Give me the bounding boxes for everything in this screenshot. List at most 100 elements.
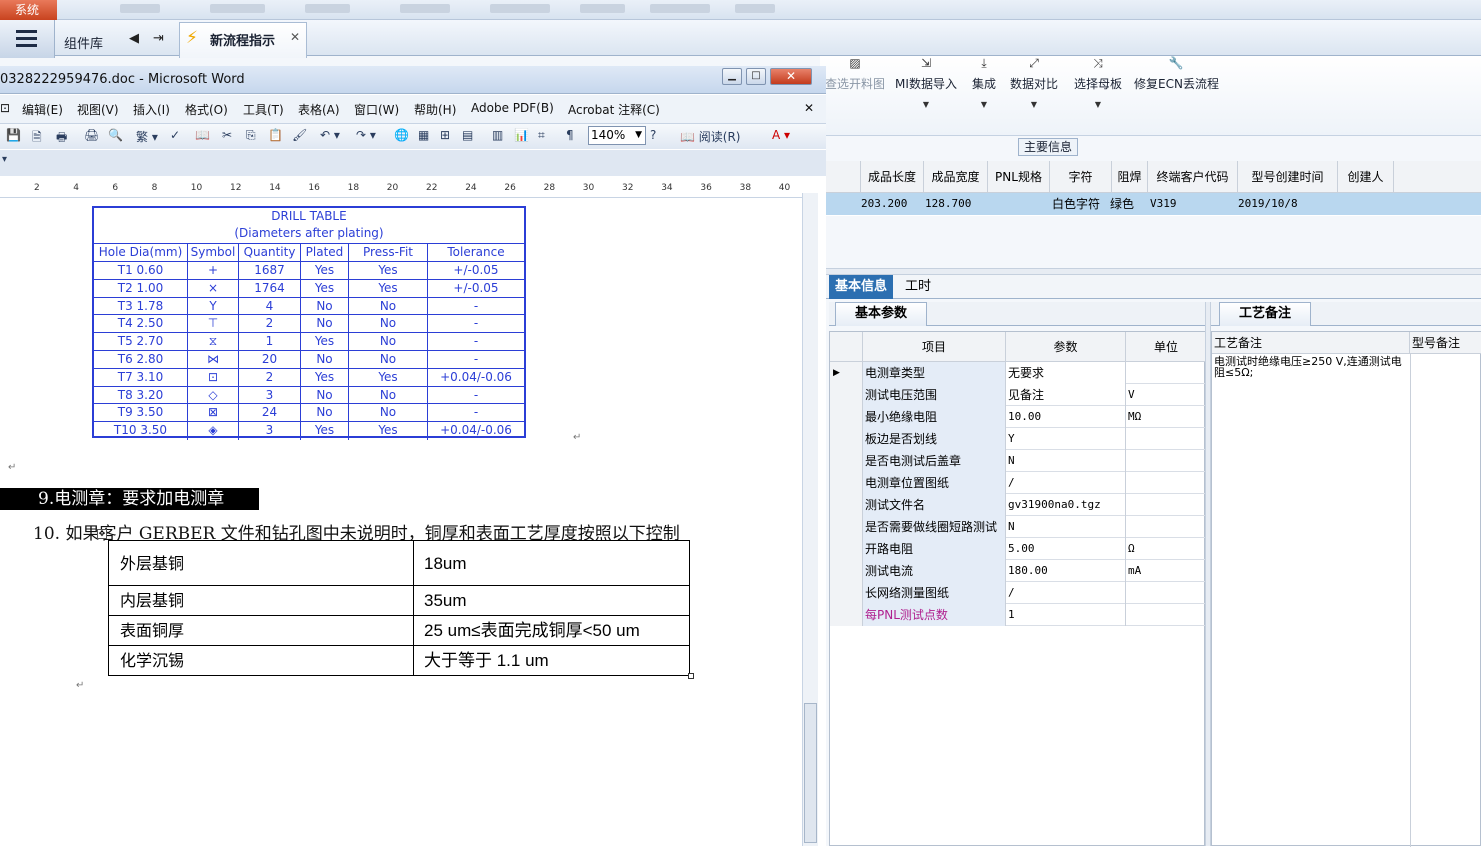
- menu-icon[interactable]: ⊡: [0, 101, 10, 115]
- cell-item[interactable]: 是否需要做线圈短路测试: [863, 516, 1006, 538]
- cell-value[interactable]: N: [1006, 516, 1126, 538]
- drawing-icon[interactable]: 📊: [514, 128, 529, 142]
- table-row[interactable]: 是否电测试后盖章 N: [830, 450, 1206, 472]
- enter-arrow-icon[interactable]: ⇥: [153, 31, 164, 46]
- blurred-tab[interactable]: [490, 4, 550, 13]
- menu-item[interactable]: Acrobat 注释(C): [568, 101, 660, 118]
- menu-item[interactable]: 窗口(W): [354, 101, 399, 118]
- cell-item[interactable]: 测试电压范围: [863, 384, 1006, 406]
- menu-item[interactable]: 帮助(H): [414, 101, 456, 118]
- column-header-unit[interactable]: 单位: [1126, 332, 1206, 362]
- process-remarks-text[interactable]: 电测试时绝缘电压≥250 V,连通测试电阻≤5Ω;: [1214, 356, 1404, 378]
- table-row-selected[interactable]: 203.200 128.700 白色字符 绿色 V319 2019/10/8: [826, 193, 1481, 215]
- cell-unit[interactable]: Ω: [1126, 538, 1206, 560]
- copy-icon[interactable]: ⎘: [246, 128, 256, 143]
- column-header[interactable]: 字符: [1050, 161, 1112, 193]
- undo-icon[interactable]: ↶ ▾: [320, 128, 340, 142]
- component-library-tab[interactable]: 组件库 ◀ ⇥: [56, 24, 178, 56]
- cell-value[interactable]: 无要求: [1006, 362, 1126, 384]
- table-row[interactable]: 开路电阻 5.00 Ω: [830, 538, 1206, 560]
- dropdown-arrow-icon[interactable]: ▼: [1008, 100, 1060, 109]
- document-map-icon[interactable]: ⌗: [538, 128, 545, 143]
- cell-unit[interactable]: [1126, 362, 1206, 384]
- table-row[interactable]: 电测章位置图纸 /: [830, 472, 1206, 494]
- subtab-basic-params[interactable]: 基本参数: [835, 302, 927, 326]
- table-row[interactable]: 长网络测量图纸 /: [830, 582, 1206, 604]
- cell-item[interactable]: 是否电测试后盖章: [863, 450, 1006, 472]
- column-header[interactable]: 创建人: [1338, 161, 1394, 193]
- table-row[interactable]: 是否需要做线圈短路测试 N: [830, 516, 1206, 538]
- zoom-select[interactable]: 140% ▼: [588, 126, 646, 145]
- vertical-scrollbar[interactable]: [802, 193, 818, 846]
- cell-value[interactable]: 1: [1006, 604, 1126, 626]
- table-row[interactable]: 测试文件名 gv31900na0.tgz: [830, 494, 1206, 516]
- cell-value[interactable]: /: [1006, 582, 1126, 604]
- system-button[interactable]: 系统: [0, 0, 57, 20]
- row-selector[interactable]: ▶: [830, 362, 863, 384]
- blurred-tab[interactable]: [305, 4, 350, 13]
- hamburger-menu-button[interactable]: [0, 20, 55, 58]
- row-selector[interactable]: [830, 384, 863, 406]
- cell-item[interactable]: 测试电流: [863, 560, 1006, 582]
- ribbon-button-mi-import[interactable]: ⇲ MI数据导入 ▼: [893, 56, 959, 109]
- blurred-tab[interactable]: [735, 4, 775, 13]
- cell-item[interactable]: 最小绝缘电阻: [863, 406, 1006, 428]
- cell-unit[interactable]: [1126, 604, 1206, 626]
- preview-icon[interactable]: 🔍: [108, 128, 123, 142]
- maximize-button[interactable]: □: [746, 68, 766, 85]
- help-icon[interactable]: ?: [650, 128, 656, 142]
- column-header[interactable]: 成品宽度: [924, 161, 988, 193]
- row-selector[interactable]: [830, 582, 863, 604]
- blurred-tab[interactable]: [120, 4, 160, 13]
- cell-value[interactable]: /: [1006, 472, 1126, 494]
- ribbon-button-integrate[interactable]: ⤓ 集成 ▼: [966, 56, 1002, 109]
- table-row[interactable]: ▶ 电测章类型 无要求: [830, 362, 1206, 384]
- cell-unit[interactable]: [1126, 494, 1206, 516]
- column-header[interactable]: PNL规格: [988, 161, 1050, 193]
- hyperlink-icon[interactable]: 🌐: [394, 128, 409, 142]
- menu-item[interactable]: Adobe PDF(B): [471, 101, 554, 115]
- menu-item[interactable]: 插入(I): [133, 101, 170, 118]
- column-header[interactable]: 成品长度: [861, 161, 924, 193]
- table-row[interactable]: 测试电压范围 见备注 V: [830, 384, 1206, 406]
- close-doc-icon[interactable]: ✕: [804, 101, 814, 115]
- cell-value[interactable]: N: [1006, 450, 1126, 472]
- table-row[interactable]: 测试电流 180.00 mA: [830, 560, 1206, 582]
- toolbar-options-icon[interactable]: ▾: [2, 154, 7, 165]
- cell-unit[interactable]: [1126, 516, 1206, 538]
- table-row[interactable]: 最小绝缘电阻 10.00 MΩ: [830, 406, 1206, 428]
- cell-item[interactable]: 电测章类型: [863, 362, 1006, 384]
- blurred-tab[interactable]: [210, 4, 265, 13]
- cell-value[interactable]: 5.00: [1006, 538, 1126, 560]
- table-row[interactable]: 每PNL测试点数 1: [830, 604, 1206, 626]
- flow-instruction-tab[interactable]: ⚡ 新流程指示 ✕: [179, 22, 307, 58]
- tab-basic-info[interactable]: 基本信息: [829, 275, 894, 299]
- row-selector[interactable]: [830, 538, 863, 560]
- insert-excel-icon[interactable]: ▤: [462, 128, 473, 142]
- close-window-button[interactable]: ✕: [770, 68, 812, 85]
- row-selector[interactable]: [830, 494, 863, 516]
- cell-value[interactable]: 10.00: [1006, 406, 1126, 428]
- tables-borders-icon[interactable]: ▦: [418, 128, 429, 142]
- ribbon-button-cutting-map[interactable]: ▨ 查选开料图: [824, 56, 886, 92]
- research-icon[interactable]: 📖: [195, 128, 210, 142]
- table-row[interactable]: 板边是否划线 Y: [830, 428, 1206, 450]
- close-tab-icon[interactable]: ✕: [290, 30, 300, 44]
- paste-icon[interactable]: 📋: [268, 128, 283, 142]
- print-preview-icon[interactable]: 🖶: [56, 128, 67, 149]
- traditional-chinese-icon[interactable]: 繁 ▾: [136, 128, 158, 145]
- column-header-item[interactable]: 项目: [863, 332, 1006, 362]
- row-selector[interactable]: [830, 406, 863, 428]
- blurred-tab[interactable]: [580, 4, 625, 13]
- blurred-tab[interactable]: [650, 4, 710, 13]
- row-selector[interactable]: [830, 516, 863, 538]
- cell-unit[interactable]: [1126, 472, 1206, 494]
- table-move-handle[interactable]: ✥: [97, 529, 107, 539]
- column-header-value[interactable]: 参数: [1006, 332, 1126, 362]
- cell-item[interactable]: 板边是否划线: [863, 428, 1006, 450]
- column-header-model-remarks[interactable]: 型号备注: [1410, 332, 1481, 354]
- menu-item[interactable]: 视图(V): [77, 101, 119, 118]
- cell-item[interactable]: 电测章位置图纸: [863, 472, 1006, 494]
- save-icon[interactable]: 💾: [6, 128, 21, 142]
- cut-icon[interactable]: ✂: [222, 128, 232, 142]
